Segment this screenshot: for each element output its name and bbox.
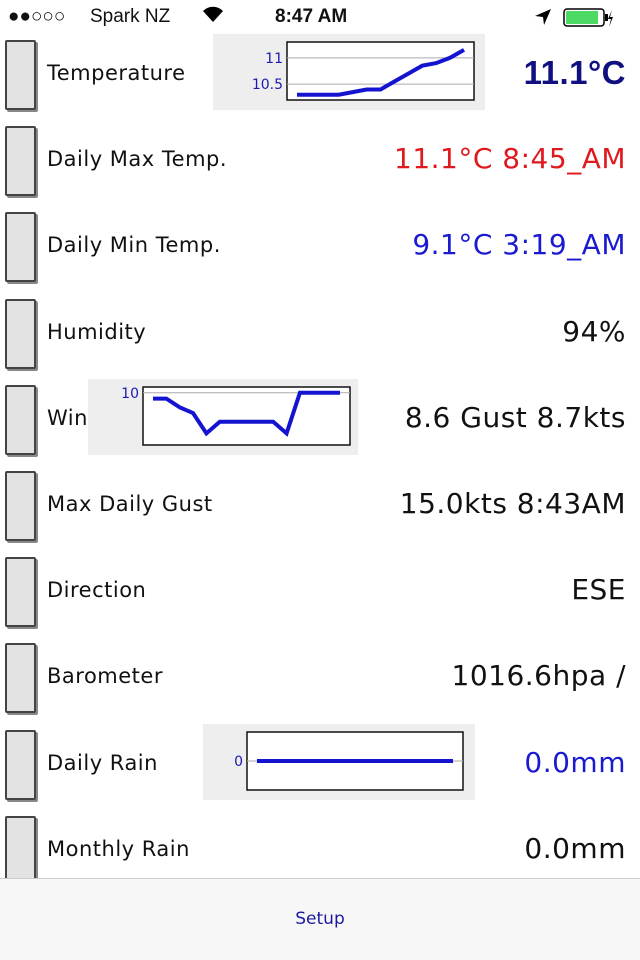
row-select-button[interactable] bbox=[5, 643, 36, 714]
row-value: 1016.6hpa / bbox=[451, 659, 626, 693]
plot-area bbox=[142, 386, 351, 446]
location-arrow-icon bbox=[534, 8, 552, 32]
row-direction: Direction ESE bbox=[0, 553, 640, 639]
row-wind: Wind 8.6 Gust 8.7kts 10 bbox=[0, 378, 640, 467]
row-value: ESE bbox=[571, 573, 626, 607]
row-select-button[interactable] bbox=[5, 557, 36, 628]
row-value: 0.0mm bbox=[524, 745, 626, 779]
row-select-button[interactable] bbox=[5, 815, 36, 886]
row-value: 94% bbox=[562, 314, 626, 348]
wifi-icon bbox=[200, 4, 226, 30]
row-select-button[interactable] bbox=[5, 212, 36, 283]
y-tick-label: 10 bbox=[121, 386, 139, 402]
row-label: Direction bbox=[47, 578, 147, 603]
row-select-button[interactable] bbox=[5, 298, 36, 369]
status-bar: ●●○○○ Spark NZ 8:47 AM bbox=[0, 0, 640, 34]
row-select-button[interactable] bbox=[5, 471, 36, 541]
row-humidity: Humidity 94% bbox=[0, 295, 640, 381]
row-value: 15.0kts 8:43AM bbox=[399, 487, 626, 520]
row-value: 8.6 Gust 8.7kts bbox=[404, 400, 626, 434]
y-tick-label: 11 bbox=[265, 51, 283, 67]
signal-strength-icon: ●●○○○ bbox=[8, 6, 66, 27]
row-select-button[interactable] bbox=[5, 126, 36, 197]
row-daily-max-temp: Daily Max Temp. 11.1°C 8:45_AM bbox=[0, 122, 640, 208]
row-label: Daily Max Temp. bbox=[47, 147, 228, 172]
bottom-toolbar: Setup bbox=[0, 878, 640, 960]
row-barometer: Barometer 1016.6hpa / bbox=[0, 639, 640, 725]
battery-icon bbox=[563, 8, 613, 34]
row-select-button[interactable] bbox=[5, 729, 36, 800]
row-label: Monthly Rain bbox=[47, 836, 190, 861]
clock: 8:47 AM bbox=[275, 6, 348, 27]
sparkline-chart: 10 bbox=[88, 378, 358, 455]
row-value: 11.1°C 8:45_AM bbox=[394, 142, 626, 176]
sparkline-chart: 11 10.5 bbox=[213, 34, 485, 110]
row-label: Daily Min Temp. bbox=[47, 233, 221, 258]
row-value: 11.1°C bbox=[523, 54, 626, 91]
row-label: Daily Rain bbox=[47, 750, 158, 775]
row-label: Max Daily Gust bbox=[47, 492, 213, 516]
row-select-button[interactable] bbox=[5, 40, 36, 110]
row-label: Temperature bbox=[47, 61, 186, 85]
sparkline-chart: 0 bbox=[203, 723, 475, 800]
carrier-name: Spark NZ bbox=[90, 6, 171, 27]
row-daily-min-temp: Daily Min Temp. 9.1°C 3:19_AM bbox=[0, 208, 640, 294]
row-label: Barometer bbox=[47, 664, 163, 689]
setup-button[interactable]: Setup bbox=[0, 909, 640, 929]
row-max-daily-gust: Max Daily Gust 15.0kts 8:43AM bbox=[0, 467, 640, 553]
row-value: 0.0mm bbox=[524, 831, 626, 865]
row-daily-rain: Daily Rain 0.0mm 0 bbox=[0, 723, 640, 812]
y-tick-label: 0 bbox=[234, 754, 243, 770]
y-tick-label: 10.5 bbox=[252, 77, 283, 93]
row-label: Humidity bbox=[47, 319, 147, 344]
row-value: 9.1°C 3:19_AM bbox=[412, 228, 626, 262]
row-select-button[interactable] bbox=[5, 384, 36, 455]
row-temperature: Temperature 11.1°C 11 10.5 bbox=[0, 34, 640, 122]
